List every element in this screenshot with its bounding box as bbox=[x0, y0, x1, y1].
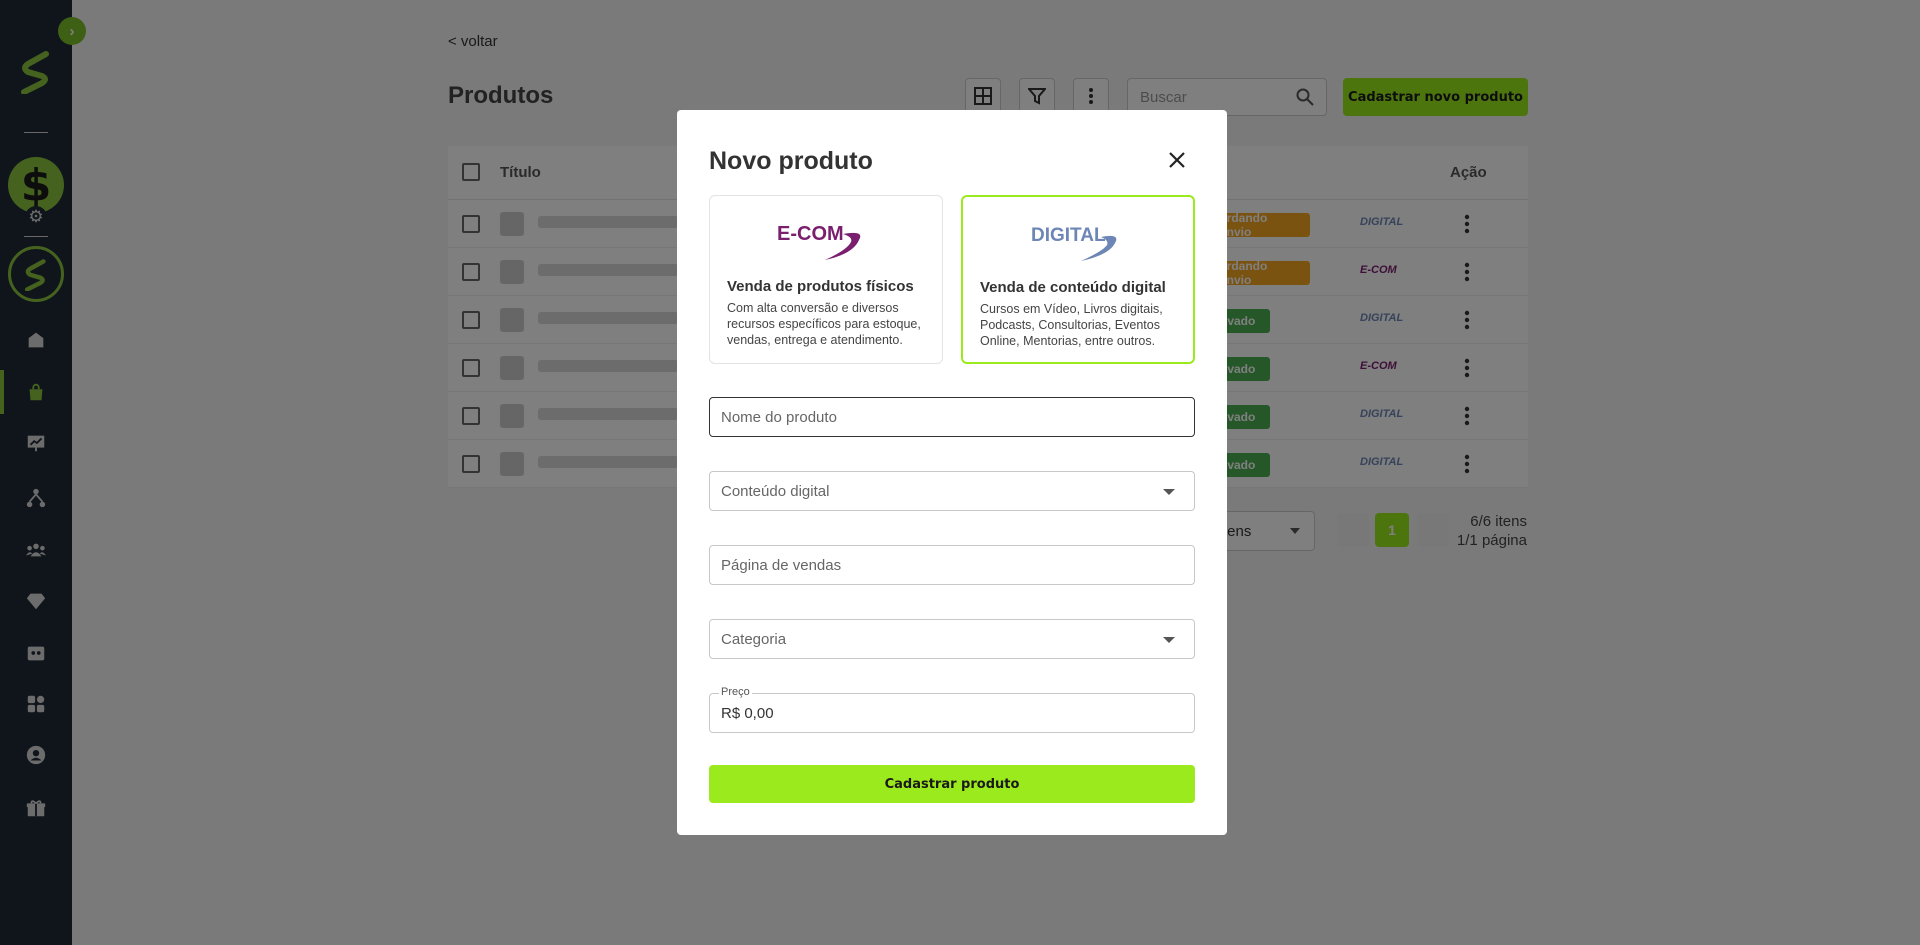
option-physical-products[interactable]: E-COM Venda de produtos físicos Com alta… bbox=[709, 195, 943, 364]
digital-logo: DIGITAL bbox=[963, 221, 1193, 265]
close-button[interactable] bbox=[1165, 148, 1189, 172]
chevron-down-icon bbox=[1163, 489, 1175, 495]
content-type-select[interactable]: Conteúdo digital bbox=[709, 471, 1195, 511]
category-placeholder: Categoria bbox=[721, 630, 787, 648]
product-name-input[interactable]: Nome do produto bbox=[709, 397, 1195, 437]
chevron-down-icon bbox=[1163, 637, 1175, 643]
content-type-placeholder: Conteúdo digital bbox=[721, 482, 830, 500]
option-heading: Venda de conteúdo digital bbox=[980, 279, 1166, 296]
product-name-placeholder: Nome do produto bbox=[721, 408, 837, 426]
ecom-logo: E-COM bbox=[710, 220, 942, 264]
option-heading: Venda de produtos físicos bbox=[727, 278, 914, 295]
modal-title: Novo produto bbox=[709, 147, 873, 175]
sales-page-placeholder: Página de vendas bbox=[721, 556, 842, 574]
svg-text:DIGITAL: DIGITAL bbox=[1031, 225, 1106, 246]
sales-page-input[interactable]: Página de vendas bbox=[709, 545, 1195, 585]
submit-product-button[interactable]: Cadastrar produto bbox=[709, 765, 1195, 803]
svg-text:E-COM: E-COM bbox=[777, 223, 844, 245]
new-product-modal: Novo produto E-COM Venda de produtos fís… bbox=[677, 110, 1227, 835]
option-digital-content[interactable]: DIGITAL Venda de conteúdo digital Cursos… bbox=[961, 195, 1195, 364]
option-description: Cursos em Vídeo, Livros digitais, Podcas… bbox=[980, 302, 1163, 348]
category-select[interactable]: Categoria bbox=[709, 619, 1195, 659]
close-icon bbox=[1169, 152, 1185, 168]
price-input[interactable]: Preço R$ 0,00 bbox=[709, 686, 1195, 733]
option-description: Com alta conversão e diversos recursos e… bbox=[727, 301, 921, 347]
price-label: Preço bbox=[719, 686, 752, 698]
price-value: R$ 0,00 bbox=[721, 704, 774, 722]
